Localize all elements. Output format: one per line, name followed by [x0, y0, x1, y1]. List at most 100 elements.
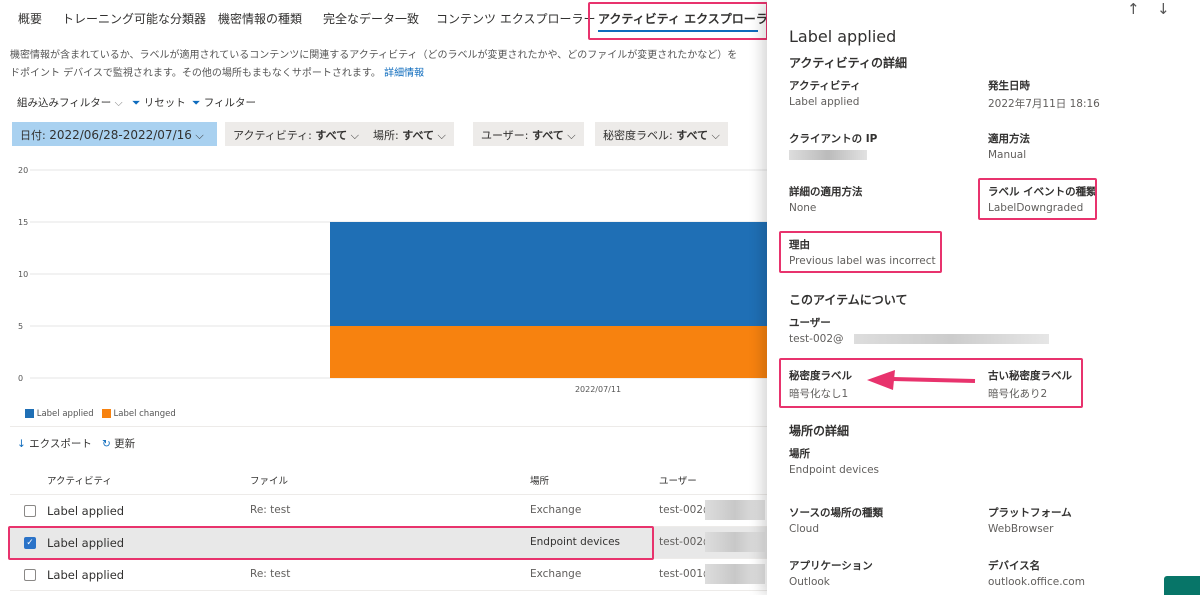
device-name-label: デバイス名 [988, 560, 1041, 572]
filter-value: すべて [315, 129, 348, 142]
chevron-down-icon: ⌵ [350, 129, 359, 142]
help-button[interactable] [1164, 576, 1200, 595]
table-row[interactable]: Label applied Re: test Exchange test-002… [10, 495, 770, 527]
details-heading: アクティビティの詳細 [789, 56, 907, 70]
location-value: Endpoint devices [789, 464, 880, 476]
export-button[interactable]: ↓ エクスポート [17, 436, 92, 451]
divider [10, 426, 770, 427]
y-tick-label: 15 [18, 218, 28, 227]
location-heading: 場所の詳細 [789, 424, 850, 438]
filter-button[interactable]: ⏷ フィルター [192, 95, 256, 110]
row-checkbox[interactable] [24, 569, 36, 581]
description-text: ドポイント デバイスで監視されます。その他の場所もまもなくサポートされます。 [10, 68, 381, 79]
description-line2: ドポイント デバイスで監視されます。その他の場所もまもなくサポートされます。 詳… [10, 64, 424, 79]
filter-sensitivity-label[interactable]: 秘密度ラベル: すべて ⌵ [595, 122, 728, 146]
legend-swatch-changed [101, 409, 111, 418]
filter-location[interactable]: 場所: すべて ⌵ [365, 122, 454, 146]
details-panel: ↑ ↓ Label applied アクティビティの詳細 アクティビティ Lab… [767, 0, 1200, 595]
highlight-tab [588, 2, 768, 40]
chevron-down-icon: ⌵ [114, 97, 123, 109]
platform-value: WebBrowser [988, 523, 1054, 535]
filter-activity[interactable]: アクティビティ: すべて ⌵ [225, 122, 367, 146]
date-label: 発生日時 [988, 80, 1030, 92]
user-label: ユーザー [789, 317, 831, 329]
cell-activity: Label applied [47, 568, 125, 582]
location-label: 場所 [789, 448, 810, 460]
legend-label-applied: Label applied [36, 409, 94, 419]
bar-label-applied [330, 222, 770, 326]
chevron-down-icon: ⌵ [567, 129, 576, 142]
redacted-user [705, 532, 765, 552]
y-tick-label: 5 [18, 322, 23, 331]
arrow-down-icon[interactable]: ↓ [1157, 0, 1170, 18]
cell-location: Exchange [530, 504, 582, 516]
arrow-left-icon [867, 370, 976, 390]
filter-reset-icon: ⏷ [132, 97, 141, 109]
filter-value: すべて [402, 129, 435, 142]
application-value: Outlook [789, 576, 830, 588]
table-row[interactable]: Label applied Re: test Exchange test-001… [10, 559, 770, 591]
highlight-reason [779, 231, 942, 273]
column-header-user[interactable]: ユーザー [659, 473, 697, 487]
tab-overview[interactable]: 概要 [18, 10, 42, 27]
export-label: エクスポート [29, 438, 92, 450]
filter-value: すべて [532, 129, 564, 142]
highlight-selected-row [8, 526, 654, 560]
tab-sensitive-info-types[interactable]: 機密情報の種類 [218, 10, 302, 27]
reset-button[interactable]: ⏷ リセット [132, 95, 186, 110]
reset-label: リセット [143, 97, 186, 109]
learn-more-link[interactable]: 詳細情報 [384, 68, 424, 79]
arrow-up-icon[interactable]: ↑ [1127, 0, 1140, 18]
cell-activity: Label applied [47, 504, 125, 518]
x-tick-label: 2022/07/11 [575, 385, 621, 394]
column-header-file[interactable]: ファイル [250, 473, 288, 487]
column-header-activity[interactable]: アクティビティ [47, 473, 112, 487]
item-heading: このアイテムについて [789, 293, 908, 307]
builtin-filter-label: 組み込みフィルター [17, 97, 112, 109]
refresh-button[interactable]: ↻ 更新 [102, 436, 135, 451]
cell-location: Exchange [530, 568, 582, 580]
cell-file: Re: test [250, 568, 291, 580]
redacted-user [854, 334, 1049, 344]
tab-content-explorer[interactable]: コンテンツ エクスプローラー [436, 10, 595, 27]
legend-swatch-applied [25, 409, 34, 418]
filter-value: すべて [676, 129, 709, 142]
tab-trainable-classifiers[interactable]: トレーニング可能な分類器 [62, 10, 206, 27]
date-value: 2022年7月11日 18:16 [988, 98, 1100, 110]
filter-date[interactable]: 日付: 2022/06/28-2022/07/16 ⌵ [12, 122, 217, 146]
refresh-icon: ↻ [102, 438, 111, 450]
filter-label: フィルター [203, 97, 257, 109]
detail-method-label: 詳細の適用方法 [789, 186, 863, 198]
builtin-filter-dropdown[interactable]: 組み込みフィルター ⌵ [17, 95, 123, 110]
tab-exact-data-match[interactable]: 完全なデータ一致 [323, 10, 419, 27]
row-checkbox[interactable] [24, 505, 36, 517]
filter-value: 2022/06/28-2022/07/16 [49, 128, 192, 142]
chevron-down-icon: ⌵ [711, 129, 720, 142]
chart-legend: Label applied Label changed [25, 409, 176, 419]
user-value: test-002@ [789, 333, 844, 345]
download-icon: ↓ [17, 438, 26, 450]
legend-label-changed: Label changed [113, 409, 176, 419]
filter-key: 日付: [20, 129, 46, 142]
activity-label: アクティビティ [789, 80, 861, 92]
filter-key: 秘密度ラベル: [603, 129, 673, 142]
filter-user[interactable]: ユーザー: すべて ⌵ [473, 122, 584, 146]
filter-icon: ⏷ [192, 97, 201, 109]
redacted-ip [789, 150, 867, 160]
method-value: Manual [988, 149, 1027, 161]
device-name-value: outlook.office.com [988, 576, 1085, 588]
description-line1: 機密情報が含まれているか、ラベルが適用されているコンテンツに関連するアクティビテ… [10, 50, 738, 61]
y-tick-label: 0 [18, 374, 23, 383]
column-header-location[interactable]: 場所 [530, 473, 549, 487]
y-tick-label: 10 [18, 270, 28, 279]
detail-method-value: None [789, 202, 817, 214]
y-tick-label: 20 [18, 166, 28, 175]
highlight-event-type [978, 178, 1097, 220]
filter-key: 場所: [373, 129, 399, 142]
activity-value: Label applied [789, 96, 860, 108]
cell-file: Re: test [250, 504, 291, 516]
refresh-label: 更新 [114, 438, 136, 450]
bar-label-changed [330, 326, 770, 378]
filter-key: アクティビティ: [233, 129, 312, 142]
platform-label: プラットフォーム [988, 507, 1072, 519]
